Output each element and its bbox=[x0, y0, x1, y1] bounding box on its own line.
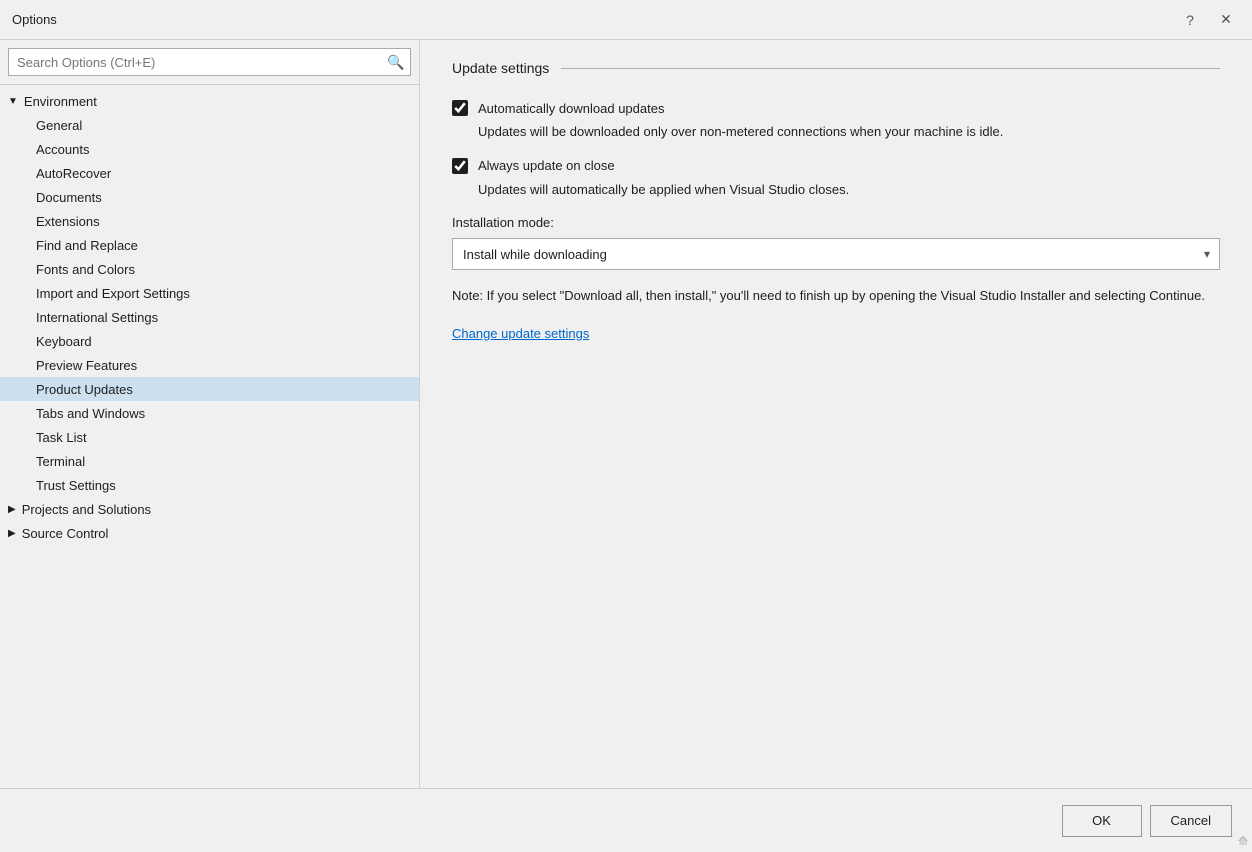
tree-item-source-control[interactable]: ▶ Source Control bbox=[0, 521, 419, 545]
sidebar: 🔍 ▼ Environment General Accounts AutoRec… bbox=[0, 40, 420, 788]
auto-update-close-label: Always update on close bbox=[478, 158, 615, 173]
sidebar-item-find-replace-label: Find and Replace bbox=[36, 238, 138, 253]
sidebar-item-trust-settings[interactable]: Trust Settings bbox=[0, 473, 419, 497]
ok-button[interactable]: OK bbox=[1062, 805, 1142, 837]
sidebar-item-documents[interactable]: Documents bbox=[0, 185, 419, 209]
sidebar-item-preview-features-label: Preview Features bbox=[36, 358, 137, 373]
footer: OK Cancel bbox=[0, 788, 1252, 852]
sidebar-item-general[interactable]: General bbox=[0, 113, 419, 137]
sidebar-item-terminal[interactable]: Terminal bbox=[0, 449, 419, 473]
close-button[interactable]: ✕ bbox=[1212, 6, 1240, 34]
auto-download-setting: Automatically download updates Updates w… bbox=[452, 100, 1220, 142]
sidebar-item-fonts-colors-label: Fonts and Colors bbox=[36, 262, 135, 277]
auto-update-close-checkbox-row: Always update on close bbox=[452, 158, 1220, 174]
sidebar-item-accounts[interactable]: Accounts bbox=[0, 137, 419, 161]
auto-update-close-setting: Always update on close Updates will auto… bbox=[452, 158, 1220, 200]
note-text: Note: If you select "Download all, then … bbox=[452, 286, 1220, 306]
installation-mode-label: Installation mode: bbox=[452, 215, 1220, 230]
sidebar-item-fonts-colors[interactable]: Fonts and Colors bbox=[0, 257, 419, 281]
sidebar-item-product-updates-label: Product Updates bbox=[36, 382, 133, 397]
sidebar-item-extensions[interactable]: Extensions bbox=[0, 209, 419, 233]
sidebar-item-keyboard[interactable]: Keyboard bbox=[0, 329, 419, 353]
auto-download-description: Updates will be downloaded only over non… bbox=[478, 122, 1220, 142]
chevron-down-icon: ▼ bbox=[8, 96, 18, 107]
auto-download-label: Automatically download updates bbox=[478, 101, 664, 116]
auto-update-close-description: Updates will automatically be applied wh… bbox=[478, 180, 1220, 200]
sidebar-item-task-list[interactable]: Task List bbox=[0, 425, 419, 449]
cancel-button[interactable]: Cancel bbox=[1150, 805, 1232, 837]
tree-item-source-control-label: Source Control bbox=[22, 526, 109, 541]
sidebar-item-general-label: General bbox=[36, 118, 82, 133]
section-line bbox=[561, 68, 1220, 69]
chevron-right-icon-2: ▶ bbox=[8, 528, 16, 539]
title-bar-controls: ? ✕ bbox=[1176, 6, 1240, 34]
sidebar-item-find-replace[interactable]: Find and Replace bbox=[0, 233, 419, 257]
sidebar-item-trust-settings-label: Trust Settings bbox=[36, 478, 116, 493]
search-box: 🔍 bbox=[0, 40, 419, 85]
sidebar-item-terminal-label: Terminal bbox=[36, 454, 85, 469]
search-input[interactable] bbox=[9, 55, 382, 70]
auto-download-checkbox[interactable] bbox=[452, 100, 468, 116]
help-button[interactable]: ? bbox=[1176, 6, 1204, 34]
sidebar-item-extensions-label: Extensions bbox=[36, 214, 100, 229]
window-title: Options bbox=[12, 12, 1176, 27]
sidebar-item-documents-label: Documents bbox=[36, 190, 102, 205]
sidebar-item-tabs-windows[interactable]: Tabs and Windows bbox=[0, 401, 419, 425]
section-header: Update settings bbox=[452, 60, 1220, 76]
sidebar-item-task-list-label: Task List bbox=[36, 430, 87, 445]
tree-item-projects-solutions-label: Projects and Solutions bbox=[22, 502, 151, 517]
sidebar-item-import-export-label: Import and Export Settings bbox=[36, 286, 190, 301]
section-title: Update settings bbox=[452, 60, 549, 76]
auto-update-close-checkbox[interactable] bbox=[452, 158, 468, 174]
tree-item-projects-solutions[interactable]: ▶ Projects and Solutions bbox=[0, 497, 419, 521]
sidebar-item-import-export[interactable]: Import and Export Settings bbox=[0, 281, 419, 305]
sidebar-item-autorecover[interactable]: AutoRecover bbox=[0, 161, 419, 185]
auto-download-checkbox-row: Automatically download updates bbox=[452, 100, 1220, 116]
sidebar-item-keyboard-label: Keyboard bbox=[36, 334, 92, 349]
chevron-right-icon: ▶ bbox=[8, 504, 16, 515]
sidebar-item-accounts-label: Accounts bbox=[36, 142, 89, 157]
title-bar: Options ? ✕ bbox=[0, 0, 1252, 40]
sidebar-item-international[interactable]: International Settings bbox=[0, 305, 419, 329]
content-area: 🔍 ▼ Environment General Accounts AutoRec… bbox=[0, 40, 1252, 788]
sidebar-item-tabs-windows-label: Tabs and Windows bbox=[36, 406, 145, 421]
installation-mode-select[interactable]: Install while downloading Download all, … bbox=[452, 238, 1220, 270]
sidebar-item-international-label: International Settings bbox=[36, 310, 158, 325]
search-icon: 🔍 bbox=[382, 48, 410, 76]
main-panel: Update settings Automatically download u… bbox=[420, 40, 1252, 788]
sidebar-item-product-updates[interactable]: Product Updates bbox=[0, 377, 419, 401]
options-dialog: Options ? ✕ 🔍 ▼ Environment bbox=[0, 0, 1252, 852]
tree-item-environment-label: Environment bbox=[24, 94, 97, 109]
search-input-wrap: 🔍 bbox=[8, 48, 411, 76]
change-update-settings-link[interactable]: Change update settings bbox=[452, 326, 589, 341]
installation-mode-select-wrap: Install while downloading Download all, … bbox=[452, 238, 1220, 270]
sidebar-item-preview-features[interactable]: Preview Features bbox=[0, 353, 419, 377]
resize-handle[interactable]: ⟰ bbox=[1238, 834, 1248, 848]
tree-item-environment[interactable]: ▼ Environment bbox=[0, 89, 419, 113]
sidebar-item-autorecover-label: AutoRecover bbox=[36, 166, 111, 181]
tree-area: ▼ Environment General Accounts AutoRecov… bbox=[0, 85, 419, 788]
